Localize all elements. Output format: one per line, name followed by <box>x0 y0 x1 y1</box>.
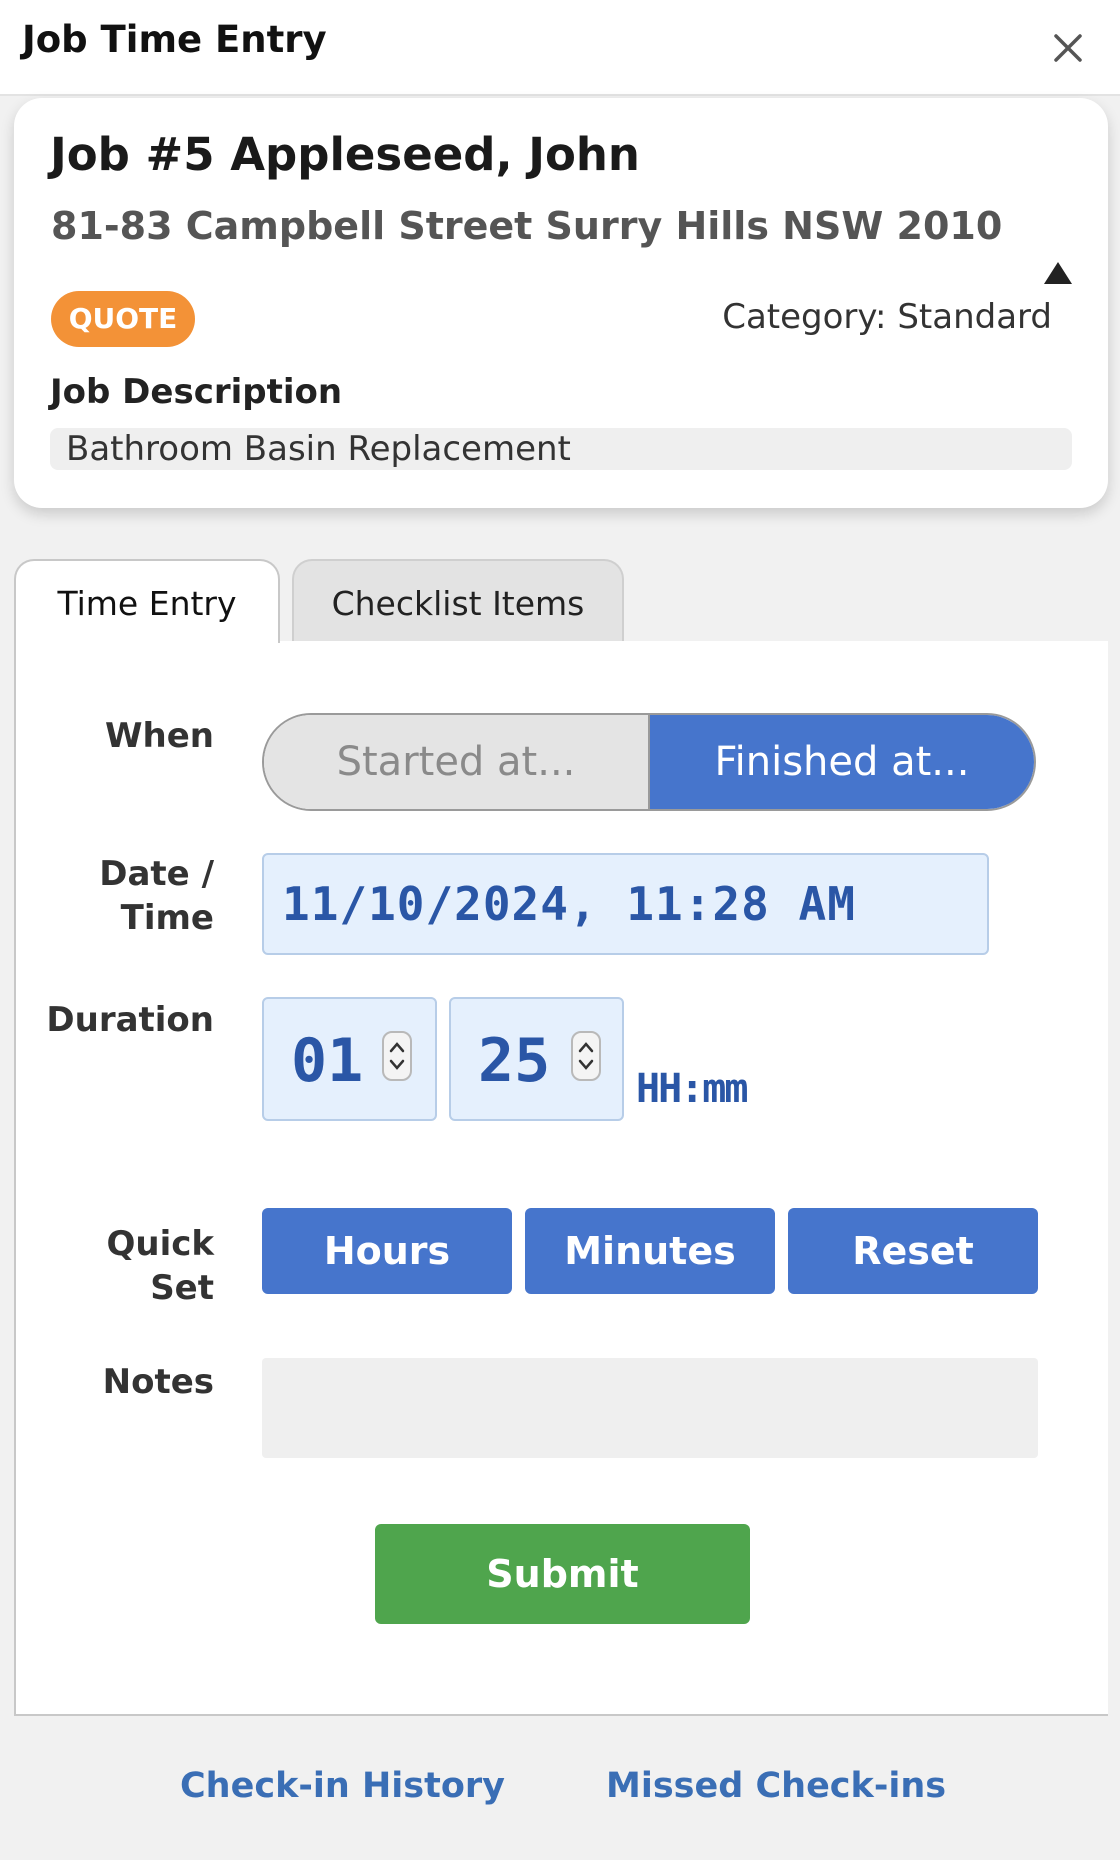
quickset-hours-button[interactable]: Hours <box>262 1208 512 1294</box>
quickset-label: Quick Set <box>106 1222 214 1310</box>
duration-minutes-value: 25 <box>478 1026 551 1096</box>
duration-minutes-stepper[interactable]: 25 <box>449 997 624 1121</box>
quickset-label-line2: Set <box>150 1268 214 1308</box>
notes-input[interactable] <box>262 1358 1038 1458</box>
finished-at-option[interactable]: Finished at... <box>650 715 1034 809</box>
duration-hours-stepper[interactable]: 01 <box>262 997 437 1121</box>
quickset-minutes-button[interactable]: Minutes <box>525 1208 775 1294</box>
job-category: Category: Standard <box>722 297 1052 337</box>
check-in-history-link[interactable]: Check-in History <box>180 1766 505 1806</box>
triangle-up-icon[interactable] <box>1042 258 1074 288</box>
job-address: 81-83 Campbell Street Surry Hills NSW 20… <box>51 204 1003 248</box>
datetime-label: Date / Time <box>99 852 214 940</box>
duration-hours-value: 01 <box>291 1026 364 1096</box>
job-summary-card: Job #5 Appleseed, John 81-83 Campbell St… <box>14 98 1108 508</box>
duration-label: Duration <box>46 1000 214 1040</box>
job-description-label: Job Description <box>50 372 343 412</box>
when-label: When <box>105 716 214 756</box>
notes-label: Notes <box>102 1362 214 1402</box>
datetime-input[interactable]: 11/10/2024, 11:28 AM <box>262 853 989 955</box>
status-badge: QUOTE <box>51 291 195 347</box>
app-header: Job Time Entry <box>0 0 1120 96</box>
missed-check-ins-link[interactable]: Missed Check-ins <box>606 1766 946 1806</box>
close-icon[interactable] <box>1048 28 1088 68</box>
hours-spin-control[interactable] <box>382 1031 412 1081</box>
chevron-up-down-icon <box>578 1042 594 1070</box>
quickset-reset-button[interactable]: Reset <box>788 1208 1038 1294</box>
job-title: Job #5 Appleseed, John <box>50 128 640 181</box>
datetime-label-line2: Time <box>120 898 214 938</box>
quickset-label-line1: Quick <box>106 1224 214 1264</box>
started-at-option[interactable]: Started at... <box>264 715 650 809</box>
chevron-up-down-icon <box>389 1042 405 1070</box>
datetime-label-line1: Date / <box>99 854 214 894</box>
job-description-value: Bathroom Basin Replacement <box>50 428 1072 470</box>
tab-checklist-items[interactable]: Checklist Items <box>292 559 624 641</box>
window-title: Job Time Entry <box>22 18 327 61</box>
duration-unit-label: HH:mm <box>636 1066 748 1112</box>
tab-time-entry[interactable]: Time Entry <box>14 559 280 643</box>
when-toggle[interactable]: Started at... Finished at... <box>262 713 1036 811</box>
submit-button[interactable]: Submit <box>375 1524 750 1624</box>
minutes-spin-control[interactable] <box>571 1031 601 1081</box>
